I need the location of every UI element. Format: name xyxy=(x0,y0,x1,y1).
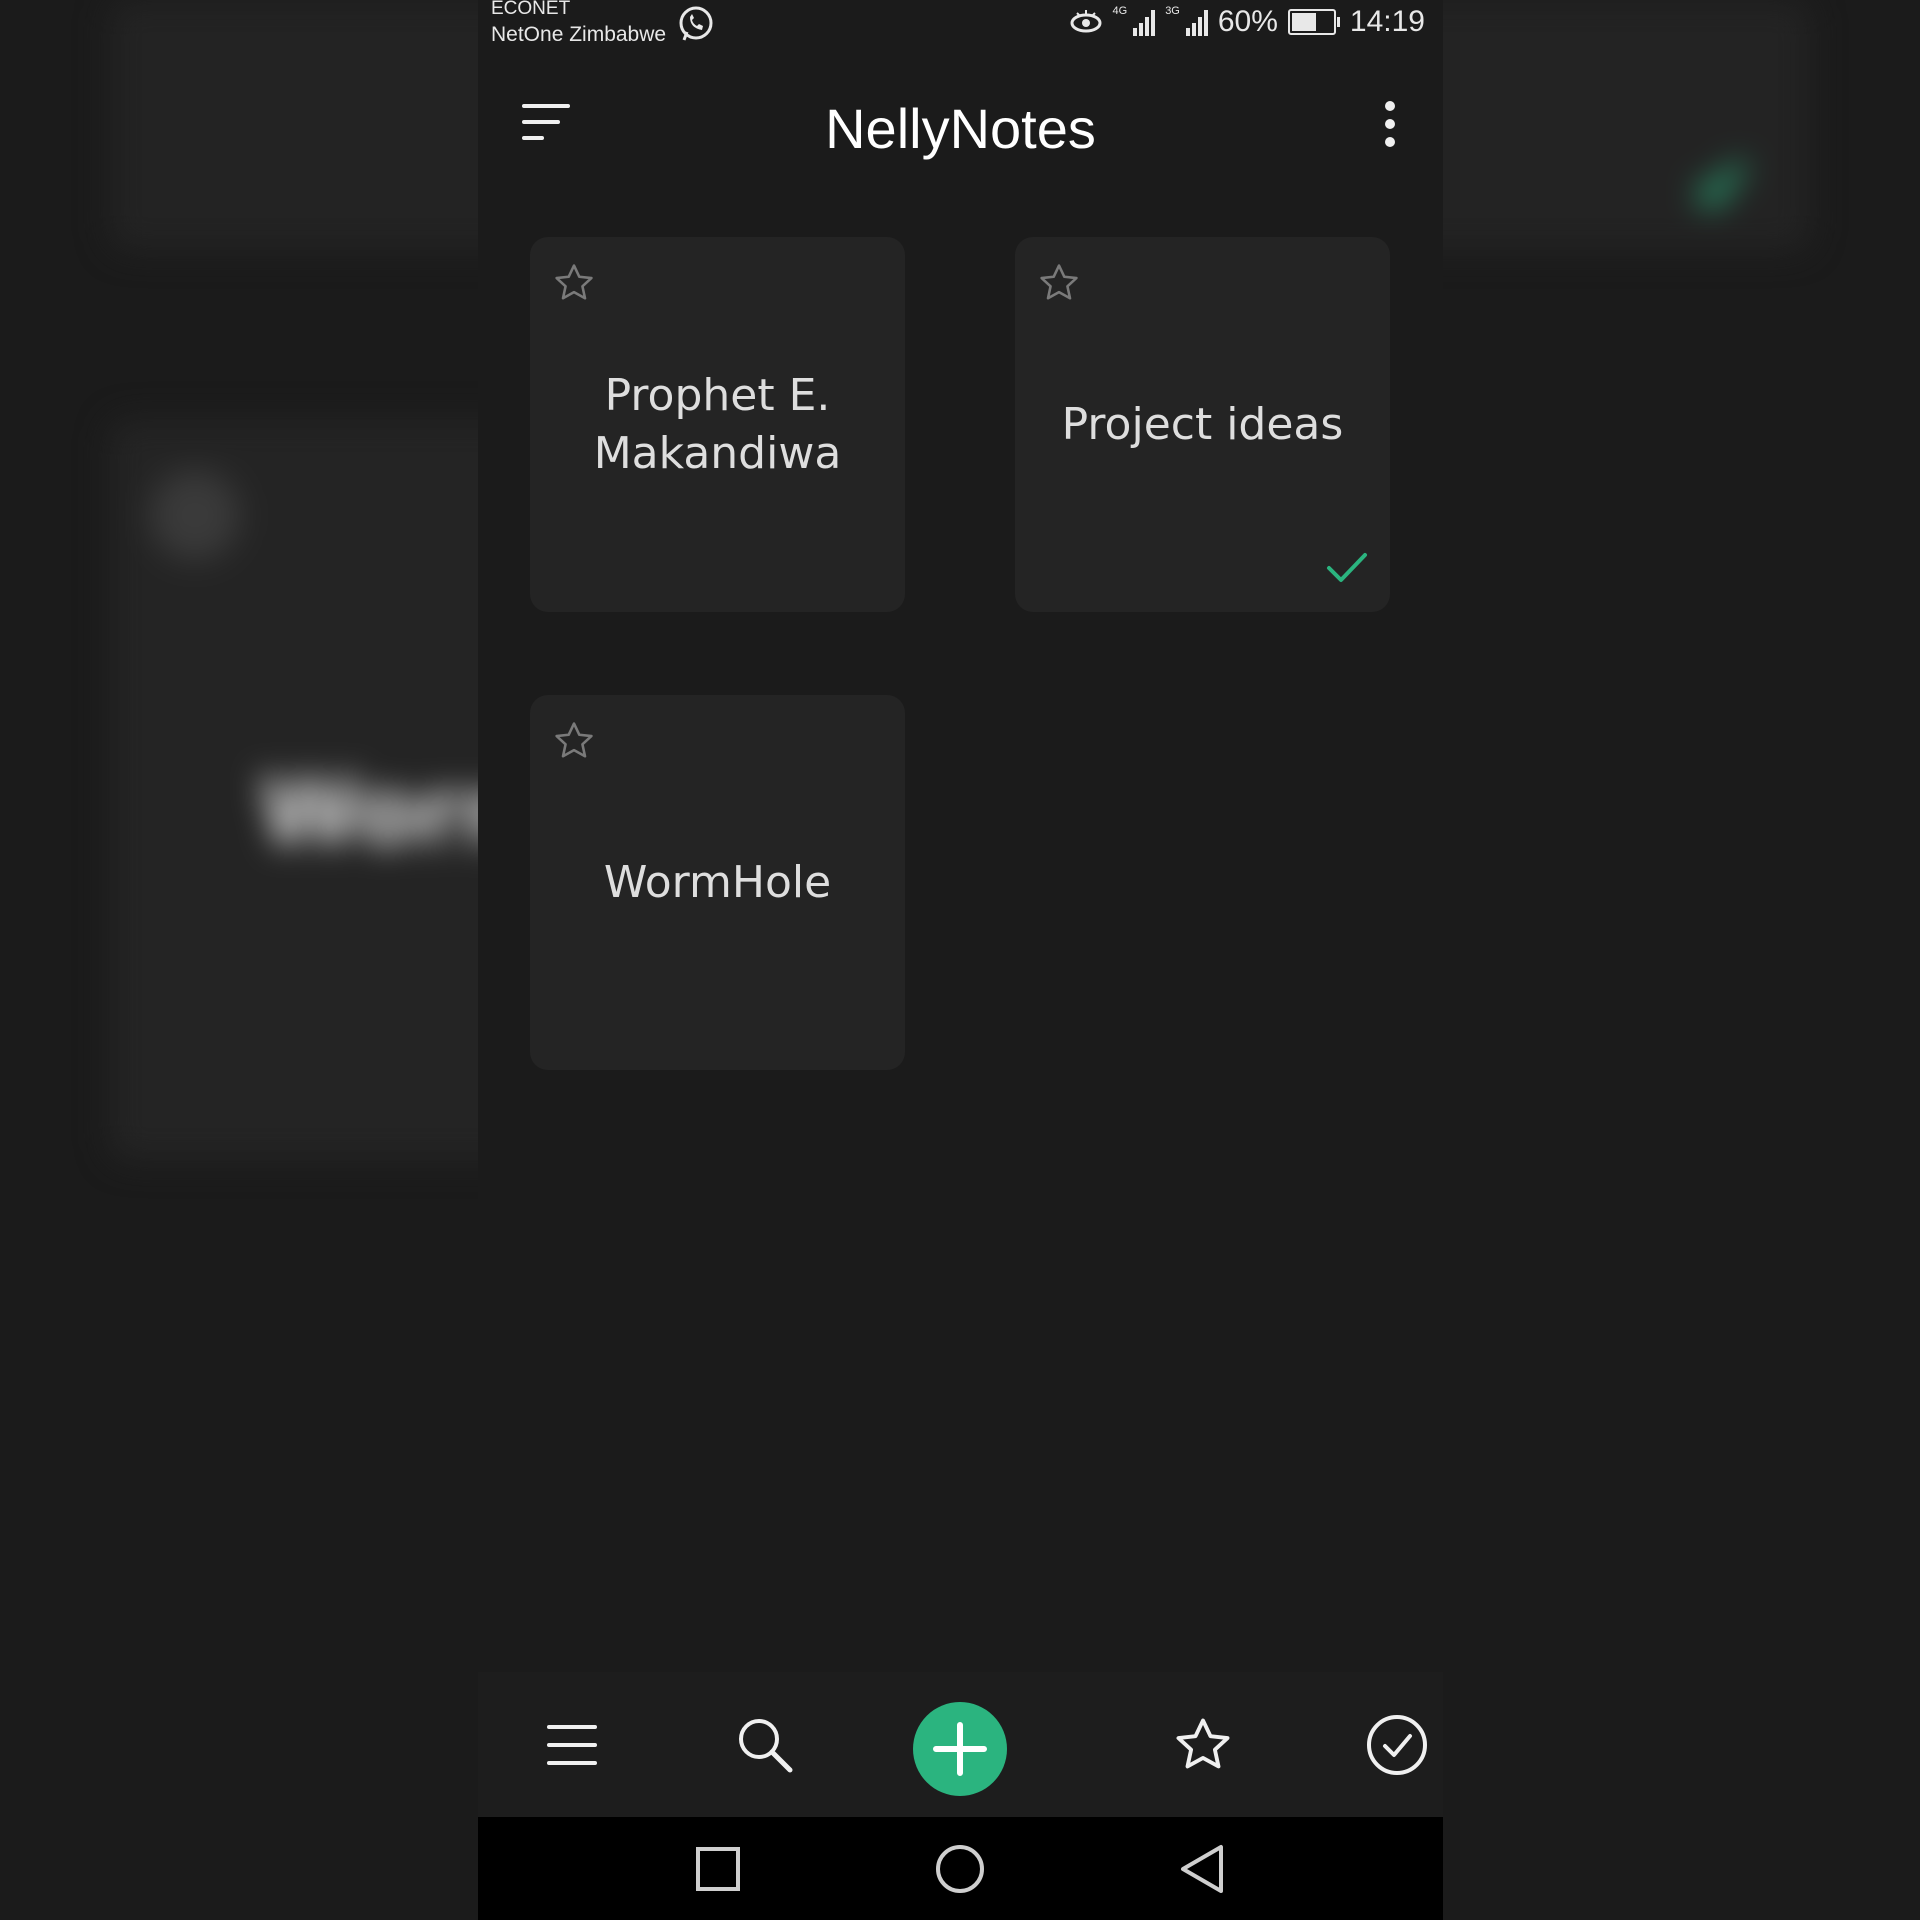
phone-screen: ECONET NetOne Zimbabwe 4G 3G 60% 14:19 N… xyxy=(478,0,1443,1920)
plus-icon xyxy=(933,1722,987,1776)
carrier-secondary: NetOne Zimbabwe xyxy=(491,23,667,46)
favorites-button[interactable] xyxy=(1153,1672,1253,1817)
note-card[interactable]: Project ideas xyxy=(1015,237,1390,612)
blurred-circle xyxy=(150,470,240,560)
back-button[interactable] xyxy=(1152,1817,1252,1920)
check-circle-icon xyxy=(1367,1714,1427,1775)
add-note-button[interactable] xyxy=(913,1702,1007,1796)
completed-button[interactable] xyxy=(1347,1672,1443,1817)
eye-icon xyxy=(1070,10,1101,33)
search-icon xyxy=(739,1718,793,1772)
menu-button[interactable] xyxy=(522,1672,622,1817)
clock: 14:19 xyxy=(1349,5,1425,38)
note-title: Prophet E. Makandiwa xyxy=(593,369,842,479)
carrier-primary: ECONET xyxy=(491,0,571,19)
network-label-2: 3G xyxy=(1165,5,1180,17)
note-title: WormHole xyxy=(603,856,832,908)
star-icon xyxy=(1176,1718,1230,1768)
app-title: NellyNotes xyxy=(825,97,1096,160)
signal-strength-icon xyxy=(1133,8,1156,36)
blurred-check-icon: ✔ xyxy=(1690,140,1758,233)
note-title: Project ideas xyxy=(1061,398,1344,450)
app-bar: NellyNotes xyxy=(478,70,1443,190)
more-options-icon[interactable] xyxy=(1383,100,1397,150)
status-right: 4G 3G 60% 14:19 xyxy=(1069,5,1425,39)
recents-button[interactable] xyxy=(668,1817,768,1920)
back-triangle-icon xyxy=(1181,1844,1223,1893)
network-label-1: 4G xyxy=(1112,5,1128,17)
home-button[interactable] xyxy=(910,1817,1010,1920)
bottom-nav xyxy=(478,1672,1443,1817)
search-button[interactable] xyxy=(715,1672,815,1817)
status-bar: ECONET NetOne Zimbabwe 4G 3G 60% 14:19 xyxy=(478,0,1443,55)
note-card[interactable]: Prophet E. Makandiwa xyxy=(530,237,905,612)
battery-icon xyxy=(1287,9,1340,35)
hamburger-icon xyxy=(547,1724,597,1765)
system-nav-bar xyxy=(478,1817,1443,1920)
battery-percent: 60% xyxy=(1217,5,1278,38)
whatsapp-icon xyxy=(679,6,713,41)
square-icon xyxy=(696,1846,740,1891)
note-card[interactable]: WormHole xyxy=(530,695,905,1070)
checkmark-icon xyxy=(1327,553,1367,582)
signal-strength-icon xyxy=(1185,8,1208,36)
circle-icon xyxy=(936,1844,984,1893)
